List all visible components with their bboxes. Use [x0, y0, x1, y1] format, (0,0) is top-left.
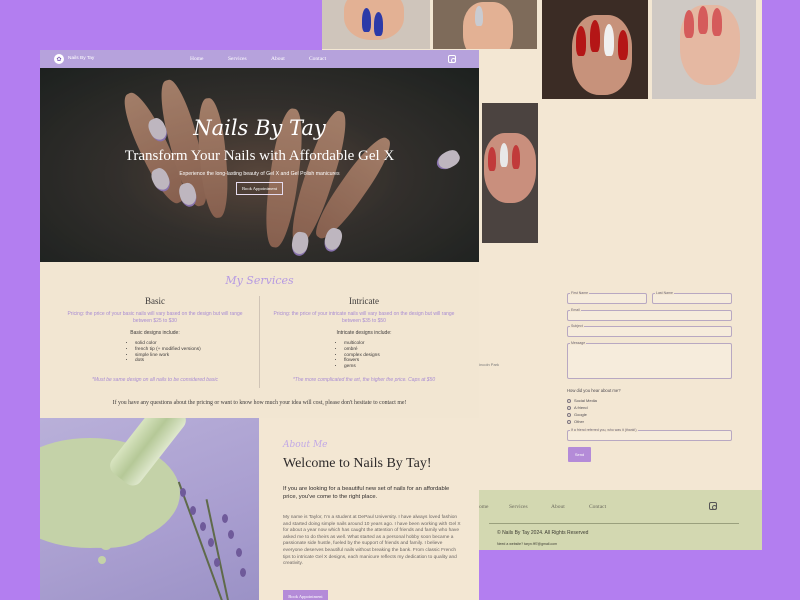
about-body: My name is Taylor, I'm a student at DePa… [283, 515, 461, 567]
basic-title: Basic [145, 296, 165, 306]
footer-divider [489, 523, 739, 524]
hero-section: Nails By Tay Transform Your Nails with A… [40, 68, 479, 262]
about-section: About Me Welcome to Nails By Tay! If you… [259, 418, 479, 600]
hero-script-title: Nails By Tay [193, 116, 326, 140]
heard-label: How did you hear about me? [567, 388, 621, 393]
gallery-photo [482, 103, 538, 243]
radio-google[interactable]: Google [567, 412, 587, 417]
site-credit-text: Need a website? taryn.fff7@gmail.com [497, 542, 558, 546]
footer-link-services[interactable]: Services [509, 504, 528, 510]
instagram-icon[interactable] [448, 55, 456, 63]
instagram-icon[interactable] [709, 502, 717, 510]
email-field[interactable]: Email [567, 308, 732, 321]
last-name-field[interactable]: Last Name [652, 291, 732, 304]
intricate-list: multicolor ombré complex designs flowers… [344, 341, 464, 370]
intricate-title: Intricate [349, 296, 379, 306]
referral-field[interactable]: If a friend referred you, who was it (th… [567, 428, 732, 441]
radio-other[interactable]: Other [567, 419, 584, 424]
basic-service-column: Basic Pricing: the price of your basic n… [55, 296, 255, 383]
nav-link-services[interactable]: Services [228, 56, 247, 62]
intricate-note: *The more complicated the art, the highe… [292, 376, 436, 383]
services-footer-text: If you have any questions about the pric… [112, 400, 407, 406]
nav-link-home[interactable]: Home [190, 56, 203, 62]
about-kicker: About Me [283, 440, 328, 450]
intricate-service-column: Intricate Pricing: the price of your int… [264, 296, 464, 383]
services-heading: My Services [225, 274, 294, 287]
nav-link-contact[interactable]: Contact [309, 56, 326, 62]
intricate-pricing: Pricing: the price of your intricate nai… [273, 311, 455, 324]
hero-subtitle: Experience the long-lasting beauty of Ge… [179, 171, 340, 177]
subject-field[interactable]: Subject [567, 324, 732, 337]
basic-pricing: Pricing: the price of your basic nails w… [67, 311, 243, 324]
footer-link-contact[interactable]: Contact [589, 504, 606, 510]
gallery-photo [433, 0, 537, 49]
gallery-photo [542, 0, 648, 99]
services-section: My Services Basic Pricing: the price of … [40, 262, 479, 418]
about-title: Welcome to Nails By Tay! [283, 456, 432, 471]
message-field[interactable]: Message [567, 341, 732, 379]
intricate-includes: Intricate designs include: [336, 330, 392, 336]
first-name-field[interactable]: First Name [567, 291, 647, 304]
basic-note: *Must be same design on all nails to be … [92, 377, 218, 384]
basic-list: solid color french tip (+ modified versi… [135, 341, 255, 364]
about-book-appointment-button[interactable]: Book Appointment [283, 590, 328, 600]
book-appointment-button[interactable]: Book Appointment [236, 182, 283, 195]
gallery-photo [322, 0, 430, 49]
nav-link-about[interactable]: About [271, 56, 285, 62]
brand-name[interactable]: Nails By Tay [68, 56, 94, 61]
send-button[interactable]: Send [568, 447, 591, 462]
nav-bar: ✿ Nails By Tay Home Services About Conta… [40, 50, 479, 68]
copyright-text: © Nails By Tay 2024. All Rights Reserved [497, 530, 589, 536]
list-item: dots [135, 358, 255, 364]
list-item: gems [344, 364, 464, 370]
hero-title: Transform Your Nails with Affordable Gel… [124, 148, 395, 164]
about-image [40, 418, 259, 600]
location-text: Lincoln Park [477, 362, 500, 367]
radio-friend[interactable]: A friend [567, 405, 588, 410]
column-divider [259, 296, 260, 388]
about-lead: If you are looking for a beautiful new s… [283, 486, 450, 500]
footer-link-about[interactable]: About [551, 504, 565, 510]
radio-social-media[interactable]: Social Media [567, 398, 597, 403]
foreground-window: ✿ Nails By Tay Home Services About Conta… [40, 50, 479, 600]
gallery-photo [652, 0, 756, 99]
logo-icon[interactable]: ✿ [54, 54, 64, 64]
basic-includes: Basic designs include: [130, 330, 180, 336]
site-footer: Home Services About Contact © Nails By T… [475, 490, 762, 550]
